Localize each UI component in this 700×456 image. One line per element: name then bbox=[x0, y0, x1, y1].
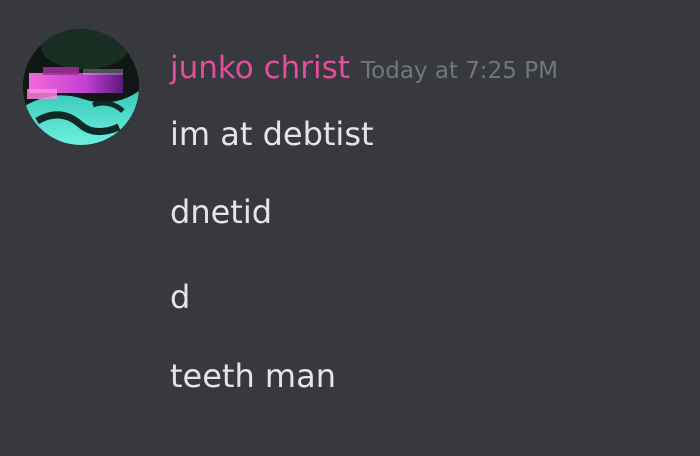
timestamp[interactable]: Today at 7:25 PM bbox=[361, 58, 558, 84]
message-text: d bbox=[170, 278, 191, 316]
chat-message-group: junko christ Today at 7:25 PM im at debt… bbox=[0, 0, 700, 456]
message-header: junko christ Today at 7:25 PM bbox=[170, 46, 558, 95]
user-avatar[interactable] bbox=[23, 29, 139, 145]
message-text: im at debtist bbox=[170, 115, 374, 153]
message-text: teeth man bbox=[170, 357, 336, 395]
username[interactable]: junko christ bbox=[170, 50, 350, 86]
avatar-image bbox=[23, 29, 139, 145]
message-text: dnetid bbox=[170, 193, 273, 231]
